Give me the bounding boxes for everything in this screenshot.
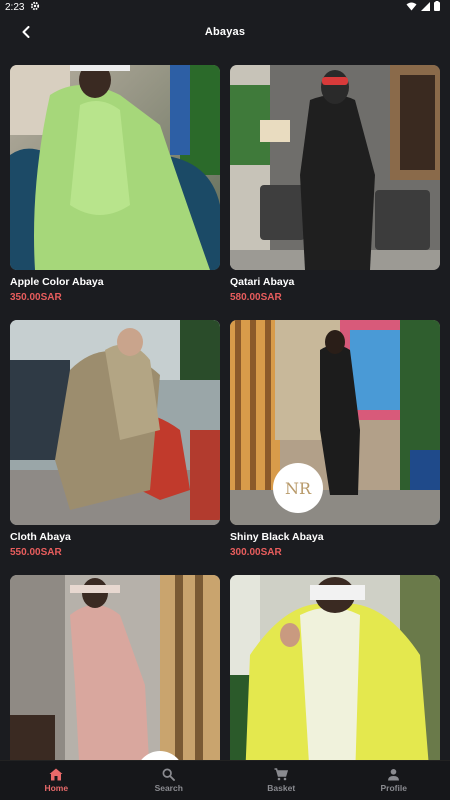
product-price: 550.00SAR [10, 547, 62, 558]
settings-icon [30, 1, 40, 14]
product-card[interactable] [10, 575, 220, 760]
battery-icon [434, 1, 440, 14]
product-name: Apple Color Abaya [10, 276, 104, 288]
product-card[interactable]: Apple Color Abaya 350.00SAR [10, 65, 220, 303]
nav-search-label: Search [154, 783, 183, 793]
bottom-navigation: Home Search Basket Profile [0, 760, 450, 800]
product-card[interactable]: Qatari Abaya 580.00SAR [230, 65, 440, 303]
product-image [230, 575, 440, 760]
product-card[interactable]: Cloth Abaya 550.00SAR [10, 320, 220, 558]
wifi-icon [406, 2, 417, 14]
nav-basket[interactable]: Basket [225, 761, 338, 800]
nav-home[interactable]: Home [0, 761, 113, 800]
product-card[interactable] [230, 575, 440, 760]
product-price: 300.00SAR [230, 547, 282, 558]
product-card[interactable]: NR Shiny Black Abaya 300.00SAR [230, 320, 440, 558]
page-title: Abayas [204, 26, 246, 38]
product-name: Shiny Black Abaya [230, 531, 324, 543]
nav-home-label: Home [44, 783, 69, 793]
product-image [10, 320, 220, 525]
nav-basket-label: Basket [267, 783, 296, 793]
product-grid: Apple Color Abaya 350.00SAR Qatari Abaya… [0, 50, 450, 760]
product-price: 580.00SAR [230, 292, 282, 303]
product-price: 350.00SAR [10, 292, 62, 303]
home-icon [49, 768, 63, 781]
product-image: NR [230, 320, 440, 525]
product-image [10, 65, 220, 270]
signal-icon [421, 1, 430, 14]
nav-profile-label: Profile [380, 783, 407, 793]
cart-icon [274, 768, 289, 781]
status-bar: 2:23 [0, 0, 450, 16]
app-bar: Abayas [0, 16, 450, 50]
svg-text:NR: NR [285, 479, 312, 498]
product-name: Cloth Abaya [10, 531, 71, 543]
person-icon [388, 769, 400, 781]
product-image [230, 65, 440, 270]
search-icon [162, 768, 176, 781]
status-time: 2:23 [5, 2, 25, 13]
nav-search[interactable]: Search [113, 761, 226, 800]
product-name: Qatari Abaya [230, 276, 295, 288]
nav-profile[interactable]: Profile [338, 761, 450, 800]
product-image [10, 575, 220, 760]
